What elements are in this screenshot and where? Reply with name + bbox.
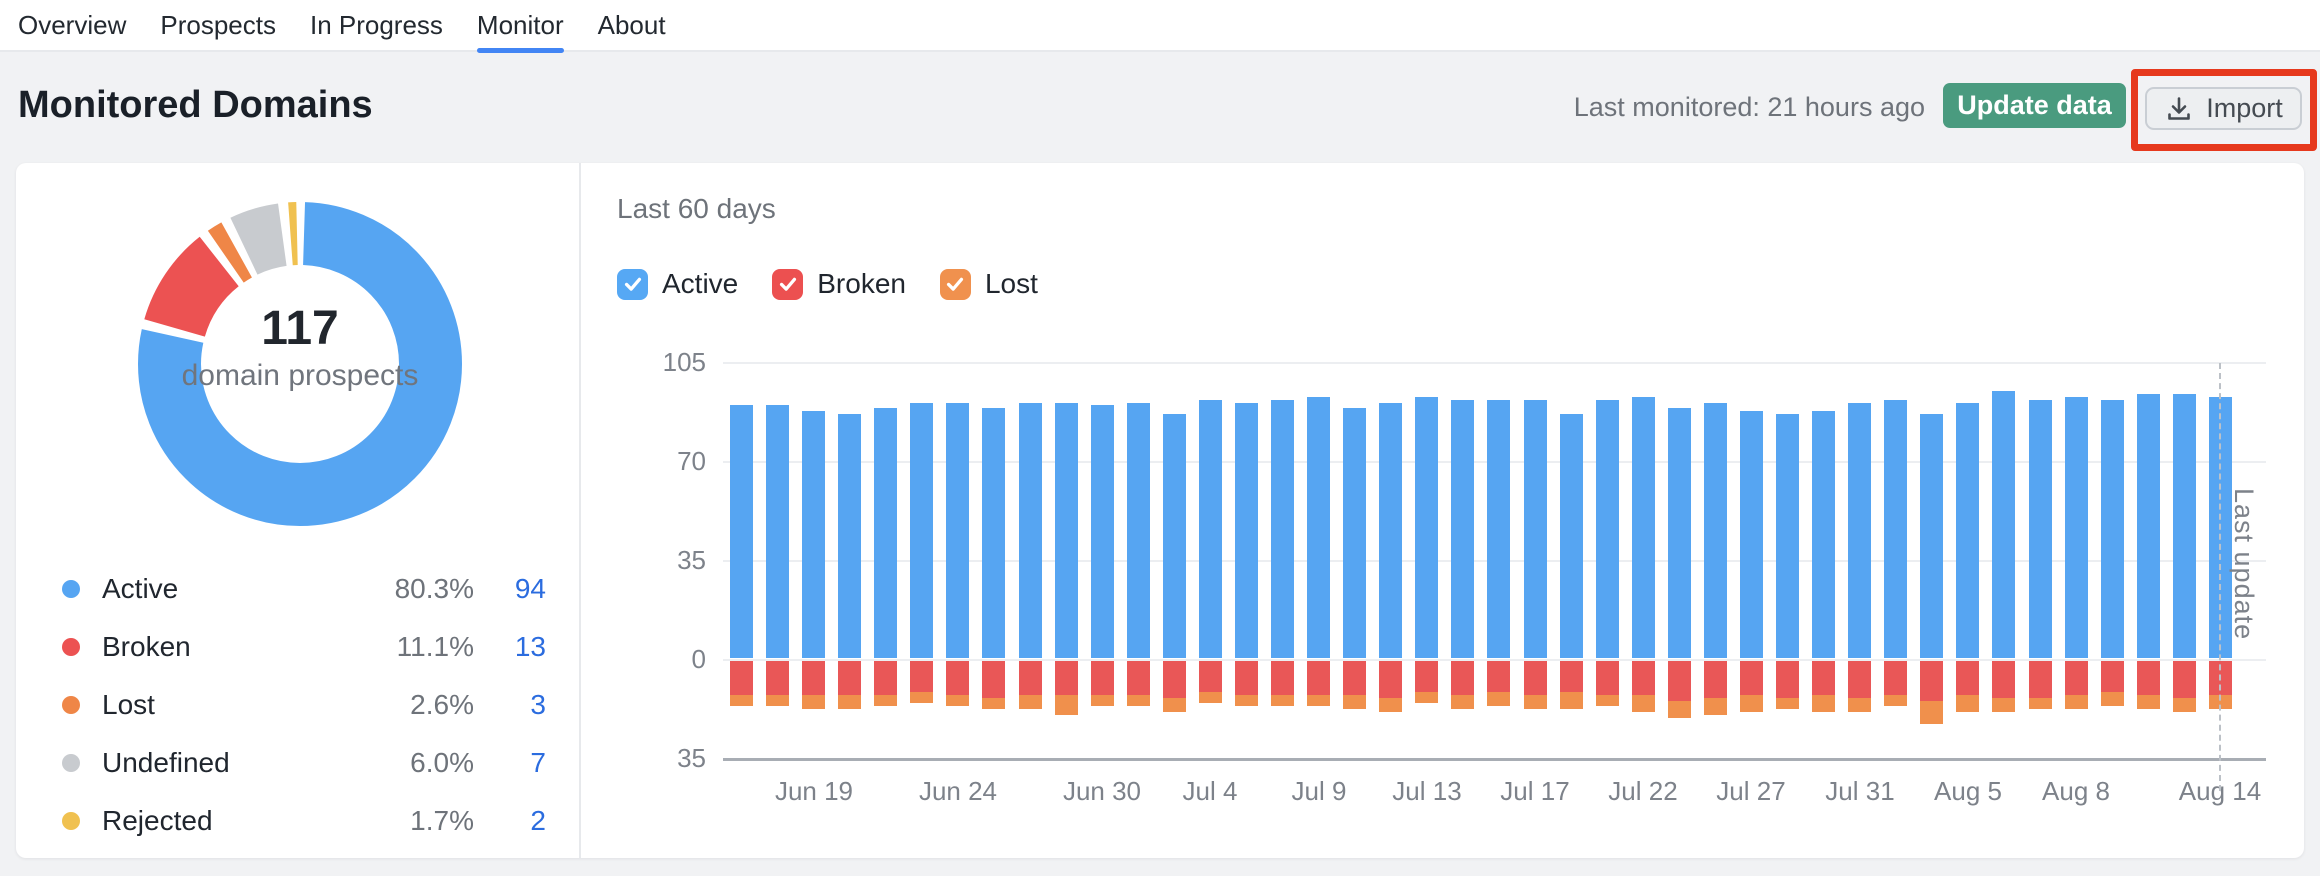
nav-tab-about[interactable]: About xyxy=(598,0,666,51)
legend-label: Broken xyxy=(102,631,344,663)
checkbox-box[interactable] xyxy=(940,269,971,300)
legend-color-dot xyxy=(62,812,80,830)
last-update-marker-line xyxy=(2219,363,2221,791)
nav-tab-label: Prospects xyxy=(160,10,276,41)
checkbox-box[interactable] xyxy=(617,269,648,300)
update-data-button-label: Update data xyxy=(1957,90,2112,121)
nav-tab-label: Overview xyxy=(18,10,126,41)
legend-count-link[interactable]: 94 xyxy=(474,573,546,605)
checkbox-broken[interactable]: Broken xyxy=(772,268,906,300)
checkbox-label: Lost xyxy=(985,268,1038,300)
donut-legend: Active80.3%94Broken11.1%13Lost2.6%3Undef… xyxy=(62,560,546,850)
import-button-label: Import xyxy=(2206,93,2283,124)
nav-tab-label: Monitor xyxy=(477,10,564,41)
legend-row-rejected: Rejected1.7%2 xyxy=(62,792,546,850)
series-checkbox-row: Active Broken Lost xyxy=(617,268,1038,300)
legend-row-undefined: Undefined6.0%7 xyxy=(62,734,546,792)
legend-row-active: Active80.3%94 xyxy=(62,560,546,618)
donut-center-text: 117 domain prospects xyxy=(180,302,420,396)
legend-label: Lost xyxy=(102,689,344,721)
legend-label: Rejected xyxy=(102,805,344,837)
legend-color-dot xyxy=(62,696,80,714)
legend-percent: 80.3% xyxy=(344,573,474,605)
donut-subtitle: domain prospects xyxy=(180,356,420,396)
legend-percent: 1.7% xyxy=(344,805,474,837)
checkbox-label: Broken xyxy=(817,268,906,300)
legend-percent: 11.1% xyxy=(344,631,474,663)
legend-row-lost: Lost2.6%3 xyxy=(62,676,546,734)
check-icon xyxy=(622,273,644,295)
nav-tab-monitor[interactable]: Monitor xyxy=(477,0,564,51)
download-icon xyxy=(2164,94,2194,124)
legend-label: Undefined xyxy=(102,747,344,779)
page-title: Monitored Domains xyxy=(18,84,373,127)
legend-color-dot xyxy=(62,638,80,656)
legend-color-dot xyxy=(62,754,80,772)
legend-row-broken: Broken11.1%13 xyxy=(62,618,546,676)
checkbox-lost[interactable]: Lost xyxy=(940,268,1038,300)
legend-count-link[interactable]: 2 xyxy=(474,805,546,837)
checkbox-label: Active xyxy=(662,268,738,300)
legend-color-dot xyxy=(62,580,80,598)
last-monitored-status: Last monitored: 21 hours ago xyxy=(1574,92,1925,123)
checkbox-box[interactable] xyxy=(772,269,803,300)
check-icon xyxy=(944,273,966,295)
checkbox-active[interactable]: Active xyxy=(617,268,738,300)
legend-count-link[interactable]: 7 xyxy=(474,747,546,779)
legend-count-link[interactable]: 3 xyxy=(474,689,546,721)
update-data-button[interactable]: Update data xyxy=(1943,83,2126,128)
timeline-title: Last 60 days xyxy=(617,193,776,225)
donut-total: 117 xyxy=(180,302,420,356)
import-button[interactable]: Import xyxy=(2145,87,2302,130)
nav-tab-label: In Progress xyxy=(310,10,443,41)
check-icon xyxy=(777,273,799,295)
legend-count-link[interactable]: 13 xyxy=(474,631,546,663)
legend-percent: 2.6% xyxy=(344,689,474,721)
nav-tab-in-progress[interactable]: In Progress xyxy=(310,0,443,51)
nav-tab-prospects[interactable]: Prospects xyxy=(160,0,276,51)
legend-percent: 6.0% xyxy=(344,747,474,779)
last-update-label: Last update xyxy=(2228,488,2259,640)
nav-tab-label: About xyxy=(598,10,666,41)
active-tab-underline xyxy=(477,48,564,53)
nav-tab-overview[interactable]: Overview xyxy=(18,0,126,51)
top-nav: Overview Prospects In Progress Monitor About xyxy=(0,0,2320,52)
legend-label: Active xyxy=(102,573,344,605)
panel-divider xyxy=(579,163,581,858)
